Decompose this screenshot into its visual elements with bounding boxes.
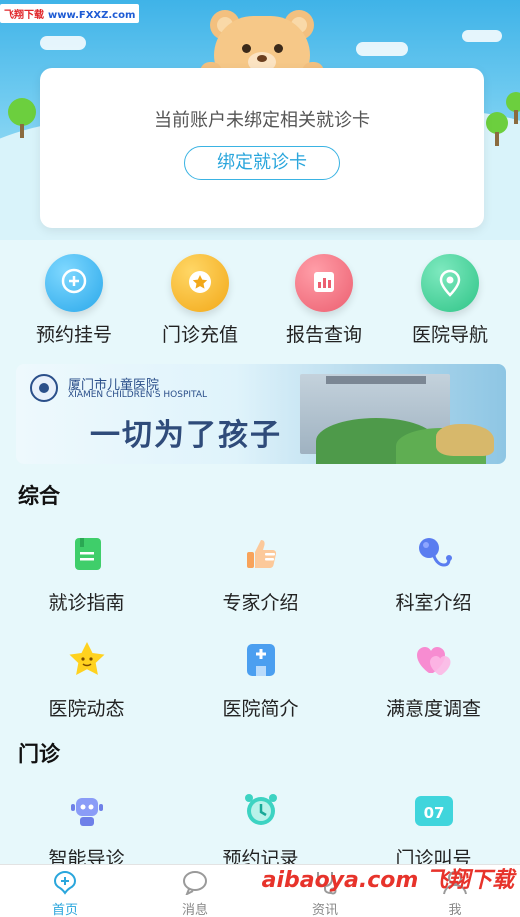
tab-label: 我 bbox=[448, 903, 462, 917]
tree-decoration bbox=[486, 112, 508, 146]
cloud-decoration bbox=[356, 42, 408, 56]
location-pin-icon bbox=[421, 254, 479, 312]
tree-decoration bbox=[506, 92, 520, 124]
hospital-logo-icon bbox=[30, 374, 58, 402]
chat-bubble-icon bbox=[181, 869, 209, 897]
section-title-general: 综合 bbox=[18, 484, 60, 508]
tree-decoration bbox=[8, 98, 36, 138]
robot-icon bbox=[67, 790, 107, 830]
stethoscope-icon bbox=[414, 534, 454, 574]
quick-action-recharge[interactable]: 门诊充值 bbox=[140, 254, 260, 347]
medical-card-panel: 当前账户未绑定相关就诊卡 绑定就诊卡 bbox=[40, 68, 484, 228]
quick-actions: 预约挂号 门诊充值 报告查询 医院导航 bbox=[0, 254, 520, 350]
grid-item-smart-triage[interactable]: 智能导诊 bbox=[0, 790, 173, 871]
tab-label: 首页 bbox=[51, 903, 78, 917]
building-sign bbox=[326, 376, 426, 384]
tab-home[interactable]: 首页 bbox=[0, 869, 130, 917]
grid-item-label: 医院动态 bbox=[48, 698, 125, 720]
grid-item-departments[interactable]: 科室介绍 bbox=[347, 534, 520, 615]
tab-label: 资讯 bbox=[311, 903, 338, 917]
watermark-bottom: aibaoya.com 飞翔下载 bbox=[261, 868, 514, 893]
banner-hospital-name-en: XIAMEN CHILDREN'S HOSPITAL bbox=[68, 390, 208, 400]
grid-item-appointment-records[interactable]: 预约记录 bbox=[174, 790, 347, 871]
home-medical-icon bbox=[51, 869, 79, 895]
grid-item-experts[interactable]: 专家介绍 bbox=[174, 534, 347, 615]
banner-slogan: 一切为了孩子 bbox=[90, 418, 282, 453]
quick-action-label: 门诊充值 bbox=[161, 324, 238, 346]
quick-action-label: 预约挂号 bbox=[35, 324, 112, 346]
grid-item-label: 科室介绍 bbox=[395, 592, 472, 614]
star-face-icon bbox=[67, 640, 107, 680]
grid-item-intro[interactable]: 医院简介 bbox=[174, 640, 347, 721]
plus-balloon-icon bbox=[45, 254, 103, 312]
tab-label: 消息 bbox=[181, 903, 208, 917]
grid-item-survey[interactable]: 满意度调查 bbox=[347, 640, 520, 721]
bind-card-button[interactable]: 绑定就诊卡 bbox=[184, 146, 340, 180]
grid-item-label: 专家介绍 bbox=[222, 592, 299, 614]
watermark-top: 飞翔下载 www.FXXZ.com bbox=[0, 4, 140, 23]
star-coin-icon bbox=[171, 254, 229, 312]
hospital-building-icon bbox=[241, 640, 281, 680]
heart-icon bbox=[414, 640, 454, 680]
cloud-decoration bbox=[462, 30, 502, 42]
grid-item-guide[interactable]: 就诊指南 bbox=[0, 534, 173, 615]
grid-item-label: 医院简介 bbox=[222, 698, 299, 720]
thumbs-up-icon bbox=[241, 534, 281, 574]
unbound-card-message: 当前账户未绑定相关就诊卡 bbox=[154, 110, 370, 131]
guide-book-icon bbox=[67, 534, 107, 574]
grid-item-queue-call[interactable]: 07 门诊叫号 bbox=[347, 790, 520, 871]
queue-number-badge: 07 bbox=[423, 804, 444, 822]
rock-image bbox=[436, 424, 494, 456]
cloud-decoration bbox=[40, 36, 86, 50]
quick-action-navigation[interactable]: 医院导航 bbox=[390, 254, 510, 347]
grid-item-label: 就诊指南 bbox=[48, 592, 125, 614]
quick-action-label: 报告查询 bbox=[285, 324, 362, 346]
quick-action-appointment[interactable]: 预约挂号 bbox=[14, 254, 134, 347]
quick-action-report[interactable]: 报告查询 bbox=[264, 254, 384, 347]
tab-messages[interactable]: 消息 bbox=[130, 869, 260, 917]
grid-item-news[interactable]: 医院动态 bbox=[0, 640, 173, 721]
calendar-number-icon: 07 bbox=[413, 790, 455, 830]
alarm-clock-icon bbox=[241, 790, 281, 830]
hospital-banner[interactable]: 厦门市儿童医院 XIAMEN CHILDREN'S HOSPITAL 一切为了孩… bbox=[16, 364, 506, 464]
section-title-outpatient: 门诊 bbox=[18, 742, 60, 766]
quick-action-label: 医院导航 bbox=[411, 324, 488, 346]
chart-report-icon bbox=[295, 254, 353, 312]
grid-item-label: 满意度调查 bbox=[385, 698, 481, 720]
